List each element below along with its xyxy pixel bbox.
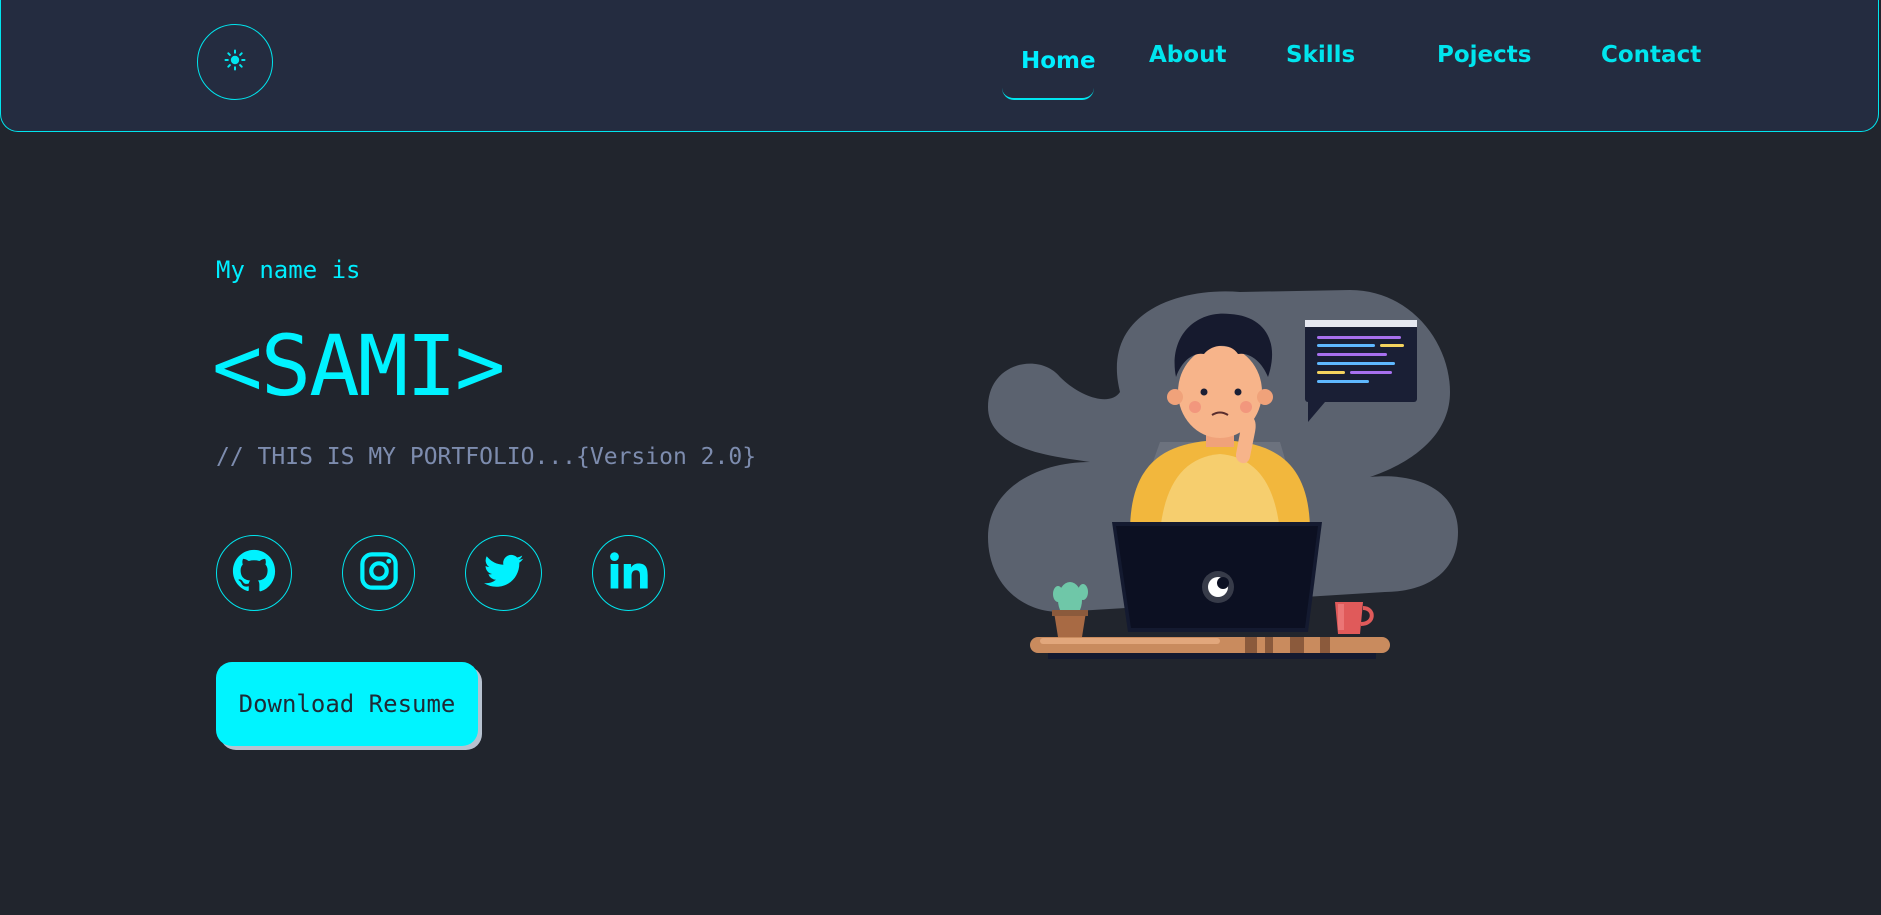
nav-item-contact[interactable]: Contact (1601, 42, 1701, 68)
developer-illustration (980, 282, 1470, 672)
hero-name: <SAMI> (212, 317, 505, 415)
instagram-icon (358, 550, 400, 596)
twitter-icon (482, 551, 526, 595)
github-link[interactable] (216, 535, 292, 611)
instagram-link[interactable] (342, 535, 415, 611)
nav-item-projects[interactable]: Pojects (1437, 42, 1531, 68)
linkedin-icon (608, 550, 650, 596)
github-icon (232, 549, 276, 597)
mug-icon (1335, 602, 1374, 634)
nav-item-skills[interactable]: Skills (1286, 42, 1355, 68)
hero-tagline: // THIS IS MY PORTFOLIO...{Version 2.0} (216, 444, 757, 470)
linkedin-link[interactable] (592, 535, 665, 611)
twitter-link[interactable] (465, 535, 542, 611)
download-resume-button[interactable]: Download Resume (216, 662, 478, 746)
nav-item-home[interactable]: Home (1021, 48, 1096, 74)
navbar: Home About Skills Pojects Contact (0, 0, 1879, 132)
nav-item-about[interactable]: About (1149, 42, 1226, 68)
nav-links: Home About Skills Pojects Contact (1, 0, 1878, 131)
greeting-text: My name is (216, 256, 361, 284)
